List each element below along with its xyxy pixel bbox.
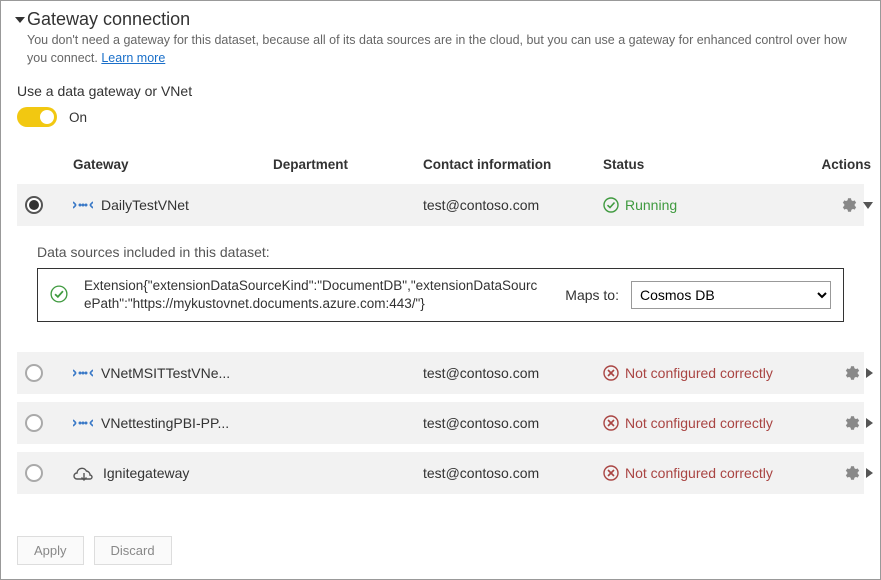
row-radio[interactable]: [25, 364, 43, 382]
row-radio[interactable]: [25, 196, 43, 214]
gateway-connection-panel: Gateway connection You don't need a gate…: [0, 0, 881, 580]
gateway-row[interactable]: VNetMSITTestVNe... test@contoso.com Not …: [17, 352, 864, 394]
datasource-extension-text: Extension{"extensionDataSourceKind":"Doc…: [84, 277, 539, 313]
gateway-name-cell: VNettestingPBI-PP...: [73, 415, 273, 431]
gateway-toggle-row: On: [17, 107, 864, 127]
col-status: Status: [603, 157, 803, 172]
section-header[interactable]: Gateway connection: [17, 9, 864, 30]
maps-to-label: Maps to:: [545, 287, 625, 303]
gear-icon[interactable]: [842, 414, 860, 432]
discard-button[interactable]: Discard: [94, 536, 172, 565]
status-cell: Not configured correctly: [603, 465, 803, 481]
expand-triangle-icon: [15, 17, 25, 23]
vnet-icon: [73, 366, 93, 380]
chevron-right-icon[interactable]: [866, 468, 873, 478]
gear-icon[interactable]: [842, 464, 860, 482]
actions-cell: [803, 196, 873, 214]
gateway-name-cell: DailyTestVNet: [73, 197, 273, 213]
check-circle-icon: [603, 197, 619, 213]
x-circle-icon: [603, 415, 619, 431]
apply-button[interactable]: Apply: [17, 536, 84, 565]
datasource-included-title: Data sources included in this dataset:: [37, 244, 844, 260]
status-cell: Not configured correctly: [603, 415, 803, 431]
gateway-name: DailyTestVNet: [101, 197, 189, 213]
row-radio[interactable]: [25, 464, 43, 482]
gateway-toggle[interactable]: [17, 107, 57, 127]
toggle-state-label: On: [69, 110, 87, 125]
toggle-knob: [40, 110, 54, 124]
check-circle-icon: [50, 285, 78, 306]
vnet-icon: [73, 198, 93, 212]
gateway-row[interactable]: VNettestingPBI-PP... test@contoso.com No…: [17, 402, 864, 444]
gateway-name-cell: Ignitegateway: [73, 465, 273, 481]
status-label: Not configured correctly: [625, 365, 773, 381]
datasource-included-box: Data sources included in this dataset: E…: [17, 234, 864, 340]
gateway-name: VNettestingPBI-PP...: [101, 415, 229, 431]
gateway-name-cell: VNetMSITTestVNe...: [73, 365, 273, 381]
x-circle-icon: [603, 465, 619, 481]
gear-icon[interactable]: [839, 196, 857, 214]
contact-cell: test@contoso.com: [423, 465, 603, 481]
vnet-icon: [73, 416, 93, 430]
status-label: Not configured correctly: [625, 465, 773, 481]
gear-icon[interactable]: [842, 364, 860, 382]
contact-cell: test@contoso.com: [423, 365, 603, 381]
col-actions: Actions: [803, 157, 873, 172]
col-gateway: Gateway: [73, 157, 273, 172]
row-radio[interactable]: [25, 414, 43, 432]
col-contact: Contact information: [423, 157, 603, 172]
col-department: Department: [273, 157, 423, 172]
datasource-mapping-box: Extension{"extensionDataSourceKind":"Doc…: [37, 268, 844, 322]
chevron-right-icon[interactable]: [866, 368, 873, 378]
page-title: Gateway connection: [27, 9, 190, 30]
contact-cell: test@contoso.com: [423, 197, 603, 213]
table-header: Gateway Department Contact information S…: [17, 145, 864, 184]
toggle-section-label: Use a data gateway or VNet: [17, 83, 864, 99]
status-cell: Running: [603, 197, 803, 213]
footer-buttons: Apply Discard: [17, 536, 172, 565]
gateway-row[interactable]: Ignitegateway test@contoso.com Not confi…: [17, 452, 864, 494]
actions-cell: [803, 414, 873, 432]
section-description: You don't need a gateway for this datase…: [27, 32, 864, 67]
status-cell: Not configured correctly: [603, 365, 803, 381]
chevron-down-icon[interactable]: [863, 202, 873, 209]
actions-cell: [803, 464, 873, 482]
gateway-row[interactable]: DailyTestVNet test@contoso.com Running: [17, 184, 864, 226]
x-circle-icon: [603, 365, 619, 381]
contact-cell: test@contoso.com: [423, 415, 603, 431]
gateway-name: Ignitegateway: [103, 465, 189, 481]
maps-to-select[interactable]: Cosmos DB: [631, 281, 831, 309]
gateway-name: VNetMSITTestVNe...: [101, 365, 230, 381]
cloud-gateway-icon: [73, 465, 95, 481]
status-label: Not configured correctly: [625, 415, 773, 431]
learn-more-link[interactable]: Learn more: [101, 51, 165, 65]
chevron-right-icon[interactable]: [866, 418, 873, 428]
status-label: Running: [625, 197, 677, 213]
actions-cell: [803, 364, 873, 382]
